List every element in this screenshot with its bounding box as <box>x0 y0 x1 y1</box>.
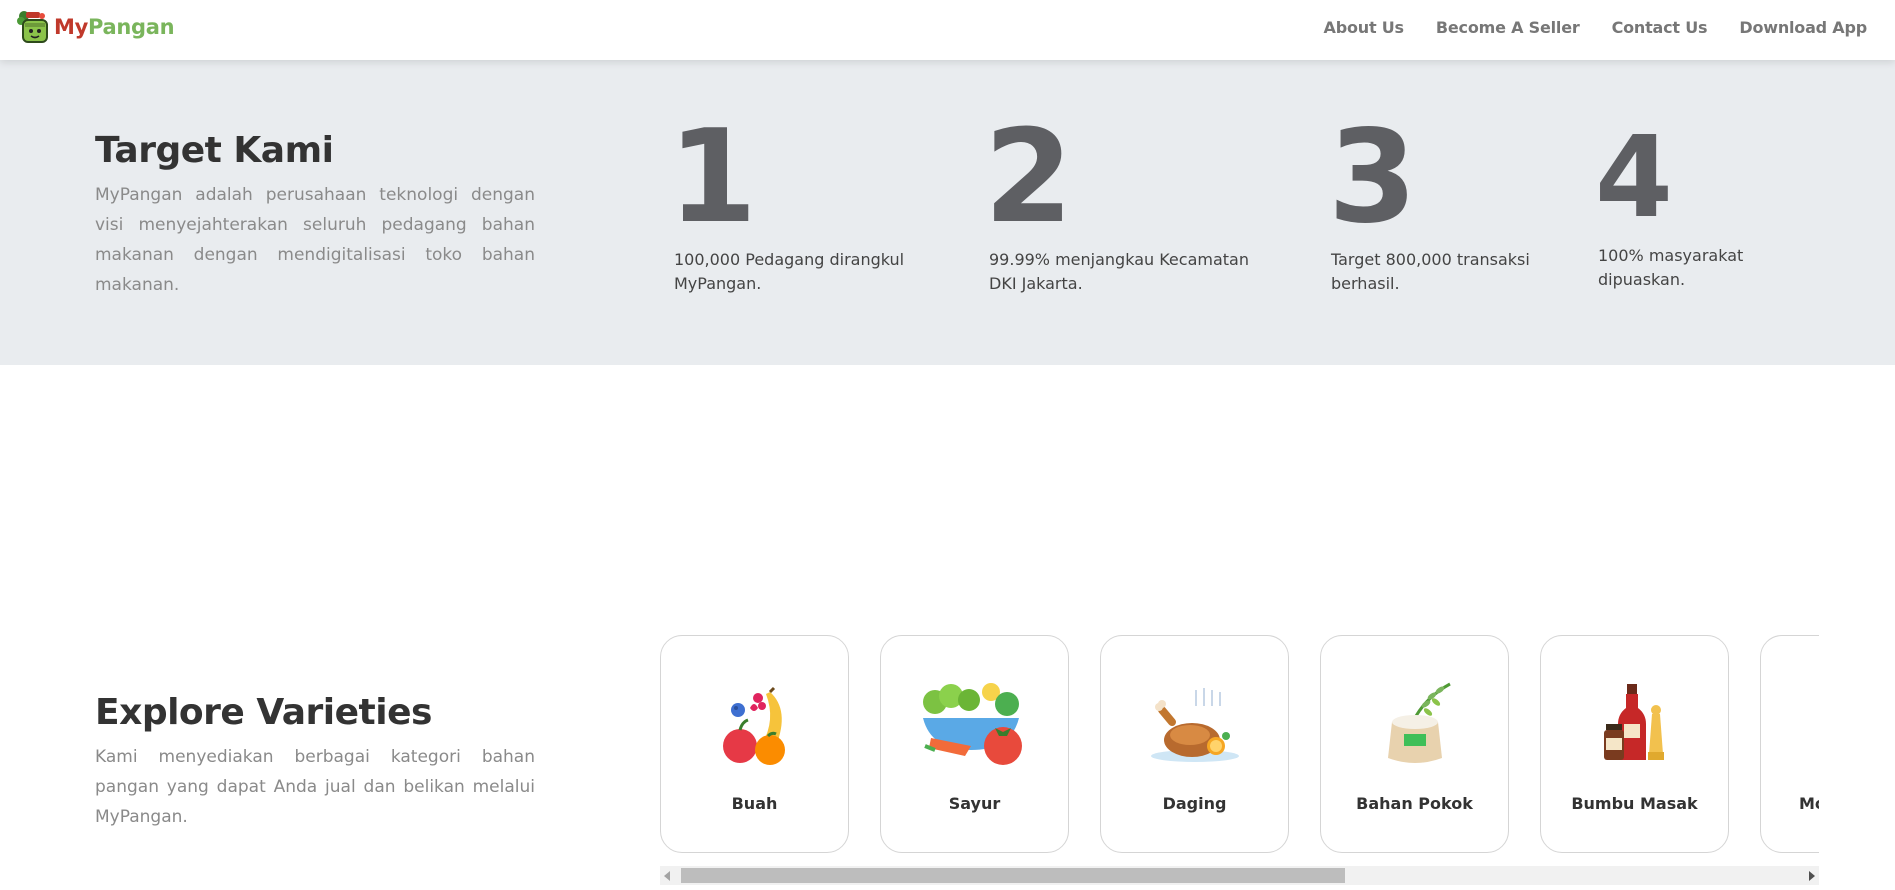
target-number: 3 <box>1328 103 1417 252</box>
target-text: Target 800,000 transaksi berhasil. <box>1331 248 1530 296</box>
basket-logo-icon <box>16 9 52 45</box>
target-item: 1 100,000 Pedagang dirangkul MyPangan. <box>668 114 904 296</box>
category-label: Daging <box>1162 794 1227 813</box>
brand-name: MyPangan <box>54 15 175 39</box>
brand-name-part1: My <box>54 15 88 39</box>
target-item: 3 Target 800,000 transaksi berhasil. <box>1328 114 1530 296</box>
target-text-line: dipuaskan. <box>1598 270 1686 289</box>
scrollbar-thumb[interactable] <box>681 868 1345 883</box>
navbar: MyPangan About Us Become A Seller Contac… <box>0 0 1895 60</box>
category-label: Bahan Pokok <box>1356 794 1473 813</box>
category-card-partial[interactable]: Mo <box>1760 635 1819 853</box>
target-text-line: Target 800,000 transaksi <box>1331 250 1530 269</box>
category-label: Sayur <box>948 794 1001 813</box>
fruit-icon <box>710 680 800 770</box>
target-text-line: 100% masyarakat <box>1598 246 1744 265</box>
category-label: Buah <box>731 794 778 813</box>
category-label: Mo <box>1799 794 1819 813</box>
nav-links: About Us Become A Seller Contact Us Down… <box>1324 18 1868 37</box>
target-number: 2 <box>984 103 1073 252</box>
scroll-left-arrow-icon[interactable] <box>664 871 670 881</box>
target-item: 4 100% masyarakat dipuaskan. <box>1595 122 1743 292</box>
brand-logo[interactable]: MyPangan <box>16 9 175 45</box>
target-text-line: 100,000 Pedagang dirangkul <box>674 250 905 269</box>
rice-sack-icon <box>1370 680 1460 770</box>
target-text-line: 99.99% menjangkau Kecamatan <box>989 250 1249 269</box>
category-card-buah[interactable]: Buah <box>660 635 849 853</box>
nav-contact-us[interactable]: Contact Us <box>1612 18 1708 37</box>
category-card-bumbu-masak[interactable]: Bumbu Masak <box>1540 635 1729 853</box>
target-text: 100,000 Pedagang dirangkul MyPangan. <box>674 248 904 296</box>
target-text-line: berhasil. <box>1331 274 1400 293</box>
category-label: Bumbu Masak <box>1571 794 1698 813</box>
nav-about-us[interactable]: About Us <box>1324 18 1405 37</box>
category-carousel: Buah Sayur Daging Bahan Pokok Bumbu Masa… <box>660 634 1819 854</box>
target-number: 1 <box>668 103 757 252</box>
target-number: 4 <box>1595 113 1673 243</box>
brand-name-part2: Pangan <box>88 15 175 39</box>
category-card-daging[interactable]: Daging <box>1100 635 1289 853</box>
carousel-scrollbar[interactable] <box>660 866 1819 885</box>
target-text-line: MyPangan. <box>674 274 762 293</box>
condiment-bottles-icon <box>1590 680 1680 770</box>
vegetable-icon <box>915 680 1035 770</box>
target-item: 2 99.99% menjangkau Kecamatan DKI Jakart… <box>984 114 1249 296</box>
nav-download-app[interactable]: Download App <box>1739 18 1867 37</box>
target-text-line: DKI Jakarta. <box>989 274 1083 293</box>
target-section: Target Kami MyPangan adalah perusahaan t… <box>0 60 1895 365</box>
scroll-right-arrow-icon[interactable] <box>1809 871 1815 881</box>
explore-description: Kami menyediakan berbagai kategori bahan… <box>95 747 535 827</box>
target-description: MyPangan adalah perusahaan teknologi den… <box>95 185 535 295</box>
target-text: 100% masyarakat dipuaskan. <box>1598 244 1743 292</box>
roast-chicken-icon <box>1150 680 1240 770</box>
target-text: 99.99% menjangkau Kecamatan DKI Jakarta. <box>989 248 1249 296</box>
nav-become-a-seller[interactable]: Become A Seller <box>1436 18 1580 37</box>
explore-title: Explore Varieties <box>95 692 432 733</box>
category-card-bahan-pokok[interactable]: Bahan Pokok <box>1320 635 1509 853</box>
category-card-sayur[interactable]: Sayur <box>880 635 1069 853</box>
target-title: Target Kami <box>95 130 334 171</box>
